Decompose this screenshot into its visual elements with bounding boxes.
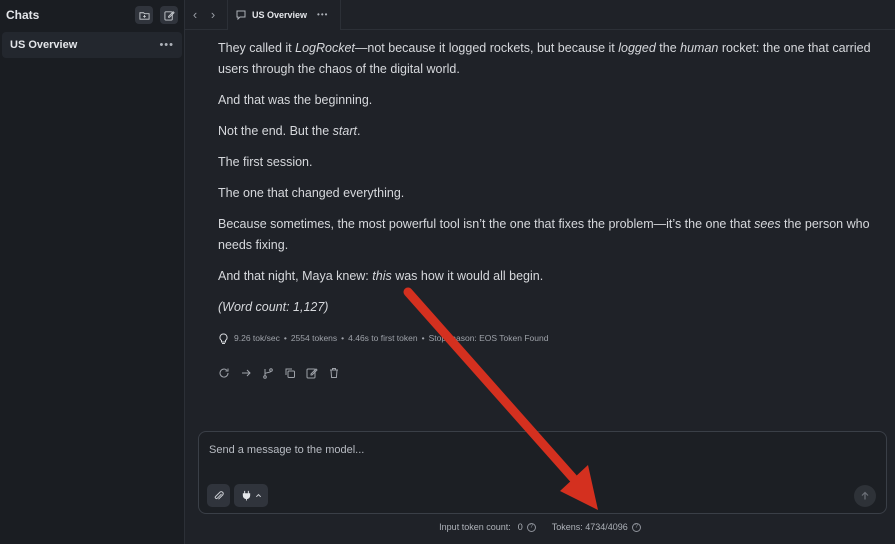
chat-item-label: US Overview: [10, 39, 78, 51]
tab-label: US Overview: [252, 9, 308, 20]
plugin-selector-button[interactable]: [234, 484, 268, 507]
sidebar-title: Chats: [6, 8, 40, 22]
message-paragraph: They called it LogRocket—not because it …: [218, 41, 871, 76]
copy-icon: [285, 368, 295, 378]
edit-icon: [306, 368, 318, 379]
branch-button[interactable]: [262, 367, 284, 379]
paperclip-icon: [214, 490, 224, 500]
message-paragraph: And that night, Maya knew: this was how …: [218, 269, 544, 283]
message-input-box[interactable]: Send a message to the model...: [198, 431, 887, 514]
plug-icon: [242, 490, 250, 501]
edit-icon: [163, 10, 175, 21]
back-icon[interactable]: ‹: [187, 7, 203, 22]
time-to-first-token: 4.46s to first token: [348, 333, 418, 343]
message-paragraph: Not the end. But the start.: [218, 124, 361, 138]
folder-plus-icon: [138, 11, 150, 20]
message-paragraph: Because sometimes, the most powerful too…: [218, 217, 870, 252]
stop-reason: Stop reason: EOS Token Found: [428, 333, 549, 343]
context-tokens: Tokens: 4734/4096 ?: [552, 522, 641, 532]
message-paragraph: And that was the beginning.: [218, 93, 373, 107]
edit-button[interactable]: [306, 367, 328, 379]
input-token-count: Input token count: 0 ?: [439, 522, 536, 532]
sidebar: Chats US Overview •••: [0, 0, 185, 544]
help-icon[interactable]: ?: [631, 522, 641, 532]
lightbulb-icon: [219, 332, 228, 344]
delete-button[interactable]: [328, 367, 350, 379]
sidebar-header: Chats: [0, 0, 184, 30]
generation-stats: 9.26 tok/sec • 2554 tokens • 4.46s to firs…: [218, 328, 878, 349]
tab-us-overview[interactable]: US Overview •••: [227, 0, 342, 30]
help-icon[interactable]: ?: [526, 522, 536, 532]
trash-icon: [330, 368, 338, 378]
new-chat-button[interactable]: [160, 6, 178, 24]
send-button[interactable]: [854, 485, 876, 507]
attach-button[interactable]: [207, 484, 230, 507]
regenerate-button[interactable]: [218, 367, 240, 379]
message-content: They called it LogRocket—not because it …: [218, 38, 878, 379]
arrow-up-icon: [861, 491, 869, 500]
forward-icon[interactable]: ›: [205, 7, 221, 22]
message-paragraph: The one that changed everything.: [218, 186, 405, 200]
tokens-per-second: 9.26 tok/sec: [234, 333, 280, 343]
chat-bubble-icon: [236, 10, 246, 20]
continue-button[interactable]: [240, 367, 262, 379]
message-input[interactable]: Send a message to the model...: [209, 444, 364, 456]
chevron-up-icon: [255, 493, 261, 498]
message-actions: [218, 367, 878, 379]
more-options-icon[interactable]: •••: [159, 39, 174, 51]
new-folder-button[interactable]: [135, 6, 153, 24]
top-bar: ‹ › US Overview •••: [185, 0, 895, 30]
message-paragraph: The first session.: [218, 155, 313, 169]
arrow-right-icon: [242, 369, 251, 377]
sidebar-chat-item[interactable]: US Overview •••: [2, 32, 182, 58]
branch-icon: [263, 368, 273, 379]
copy-button[interactable]: [284, 367, 306, 379]
token-total: 2554 tokens: [290, 333, 338, 343]
refresh-icon: [219, 368, 229, 378]
tab-options-icon[interactable]: •••: [317, 10, 328, 19]
token-footer: Input token count: 0 ? Tokens: 4734/4096…: [185, 522, 895, 532]
word-count: (Word count: 1,127): [218, 300, 329, 314]
